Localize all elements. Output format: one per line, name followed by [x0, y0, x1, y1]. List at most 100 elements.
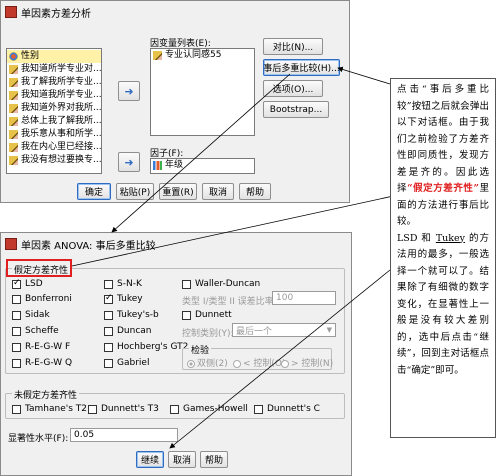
test-group: 检验 双侧(2) < 控制(O) > 控制(N) — [182, 343, 333, 370]
control-category-label: 控制类别(Y): — [182, 329, 234, 339]
unequal-variance-group-title: 未假定方差齐性 — [12, 388, 80, 401]
annotation-para2-start: LSD 和 — [397, 232, 436, 244]
bonferroni-checkbox[interactable]: Bonferroni — [12, 294, 72, 304]
app-icon — [5, 238, 17, 250]
duncan-checkbox[interactable]: Duncan — [104, 326, 152, 336]
checkbox-icon — [12, 404, 21, 414]
checkbox-icon — [12, 358, 21, 368]
error-ratio-input[interactable]: 100 — [272, 291, 336, 305]
waller-duncan-checkbox[interactable]: Waller-Duncan — [182, 279, 260, 289]
checkbox-icon — [104, 342, 113, 352]
source-list-item[interactable]: 我知道我所学专业... — [7, 89, 101, 102]
source-list-item[interactable]: 总体上我了解我所... — [7, 115, 101, 128]
pencil-icon — [9, 156, 18, 165]
sidak-label: Sidak — [25, 310, 50, 320]
hochberg-s-gt2-checkbox[interactable]: Hochberg's GT2 — [104, 342, 188, 352]
checkbox-icon — [254, 404, 263, 414]
factor-field[interactable]: 年级 — [150, 158, 255, 174]
options-button[interactable]: 选项(O)... — [263, 80, 323, 97]
dependent-item[interactable]: 专业认同感55 — [151, 49, 254, 62]
dunnett-checkbox[interactable]: Dunnett — [182, 310, 232, 320]
significance-label: 显著性水平(F): — [8, 434, 69, 444]
less-than-control-radio[interactable]: < 控制(O) — [233, 356, 286, 369]
source-list-item-label: 我知道我所学专业... — [21, 90, 102, 100]
tamhane-s-t2-checkbox[interactable]: Tamhane's T2 — [12, 404, 87, 414]
dependent-variable-list[interactable]: 专业认同感55 — [150, 48, 255, 136]
ok-button[interactable]: 确定 — [77, 183, 111, 200]
source-list-item-label: 我了解我所学专业... — [21, 77, 102, 87]
tukey-checkbox[interactable]: Tukey — [104, 293, 143, 304]
pencil-icon — [9, 130, 18, 139]
cancel-button[interactable]: 取消 — [202, 183, 234, 200]
bootstrap-button[interactable]: Bootstrap... — [263, 101, 329, 118]
pencil-icon — [9, 143, 18, 152]
source-list-item[interactable]: 我在内心里已经接... — [7, 141, 101, 154]
checkbox-icon — [104, 358, 113, 368]
factor-item-label: 年级 — [165, 160, 184, 170]
tukey-s-b-checkbox[interactable]: Tukey's-b — [104, 310, 159, 320]
two-sided-radio[interactable]: 双侧(2) — [187, 356, 228, 369]
greater-than-control-radio[interactable]: > 控制(N) — [281, 356, 333, 369]
post-hoc-title: 单因素 ANOVA: 事后多重比较 — [21, 240, 156, 252]
bars-icon — [153, 161, 162, 170]
control-category-value: 最后一个 — [236, 326, 273, 337]
checkbox-checked-icon — [12, 278, 21, 289]
dunnett-s-t3-label: Dunnett's T3 — [101, 404, 159, 414]
scale-icon — [9, 52, 18, 61]
s-n-k-checkbox[interactable]: S-N-K — [104, 279, 142, 289]
post-hoc-help-button[interactable]: 帮助 — [200, 451, 228, 468]
pencil-icon — [9, 117, 18, 126]
source-list-item[interactable]: 我没有想过要换专... — [7, 154, 101, 167]
hochberg-s-gt2-label: Hochberg's GT2 — [117, 342, 189, 352]
duncan-label: Duncan — [117, 326, 152, 336]
r-e-g-w-f-checkbox[interactable]: R-E-G-W F — [12, 342, 70, 352]
significance-input[interactable]: 0.05 — [70, 428, 178, 442]
scheffe-checkbox[interactable]: Scheffe — [12, 326, 59, 336]
gabriel-checkbox[interactable]: Gabriel — [104, 358, 149, 368]
help-button[interactable]: 帮助 — [239, 183, 271, 200]
reset-button[interactable]: 重置(R) — [159, 183, 197, 200]
control-category-select[interactable]: 最后一个 ▼ — [232, 323, 336, 337]
annotation-para2-rest: 的方法用的最多，一般选择一个就可以了。结果除了有细微的数字变化，在显著性上一般是… — [397, 232, 489, 376]
annotation-tukey: Tukey — [435, 232, 466, 244]
source-list-item[interactable]: 性别 — [7, 50, 101, 63]
checkbox-icon — [12, 310, 21, 320]
less-than-control-label: < 控制(O) — [243, 359, 286, 369]
pencil-icon — [153, 51, 162, 60]
test-group-title: 检验 — [189, 343, 212, 356]
dialog-titlebar: 单因素方差分析 — [1, 1, 349, 23]
source-list-item[interactable]: 我了解我所学专业... — [7, 76, 101, 89]
factor-item[interactable]: 年级 — [151, 159, 254, 172]
r-e-g-w-q-label: R-E-G-W Q — [25, 358, 73, 368]
games-howell-checkbox[interactable]: Games-Howell — [170, 404, 248, 414]
checkbox-icon — [12, 326, 21, 336]
source-list-item-label: 我在内心里已经接... — [21, 142, 102, 152]
move-to-dependent-button[interactable]: ➜ — [118, 81, 140, 101]
pencil-icon — [9, 65, 18, 74]
checkbox-icon — [104, 279, 113, 289]
annotation-highlight: “假定方差齐性” — [407, 183, 479, 194]
source-variable-list[interactable]: 性别 我知道所学专业对... 我了解我所学专业... 我知道我所学专业... 我知道外界… — [6, 48, 102, 174]
move-to-factor-button[interactable]: ➜ — [118, 152, 140, 172]
radio-icon — [233, 359, 241, 368]
sidak-checkbox[interactable]: Sidak — [12, 310, 50, 320]
greater-than-control-label: > 控制(N) — [291, 359, 334, 369]
pencil-icon — [9, 91, 18, 100]
contrasts-button[interactable]: 对比(N)... — [263, 38, 323, 55]
scheffe-label: Scheffe — [25, 326, 59, 336]
checkbox-icon — [12, 294, 21, 304]
continue-button[interactable]: 继续 — [136, 451, 164, 468]
post-hoc-cancel-button[interactable]: 取消 — [168, 451, 196, 468]
source-list-item[interactable]: 我知道外界对我所... — [7, 102, 101, 115]
checkbox-icon — [182, 279, 191, 289]
tukey-label: Tukey — [117, 294, 143, 304]
paste-button[interactable]: 粘贴(P) — [116, 183, 154, 200]
lsd-checkbox[interactable]: LSD — [12, 278, 43, 289]
equal-variance-highlight — [6, 259, 72, 277]
source-list-item[interactable]: 我知道所学专业对... — [7, 63, 101, 76]
dunnett-s-c-checkbox[interactable]: Dunnett's C — [254, 404, 320, 414]
post-hoc-button[interactable]: 事后多重比较(H)... — [263, 59, 340, 76]
r-e-g-w-q-checkbox[interactable]: R-E-G-W Q — [12, 358, 72, 368]
dunnett-s-t3-checkbox[interactable]: Dunnett's T3 — [88, 404, 159, 414]
source-list-item[interactable]: 我乐意从事和所学... — [7, 128, 101, 141]
